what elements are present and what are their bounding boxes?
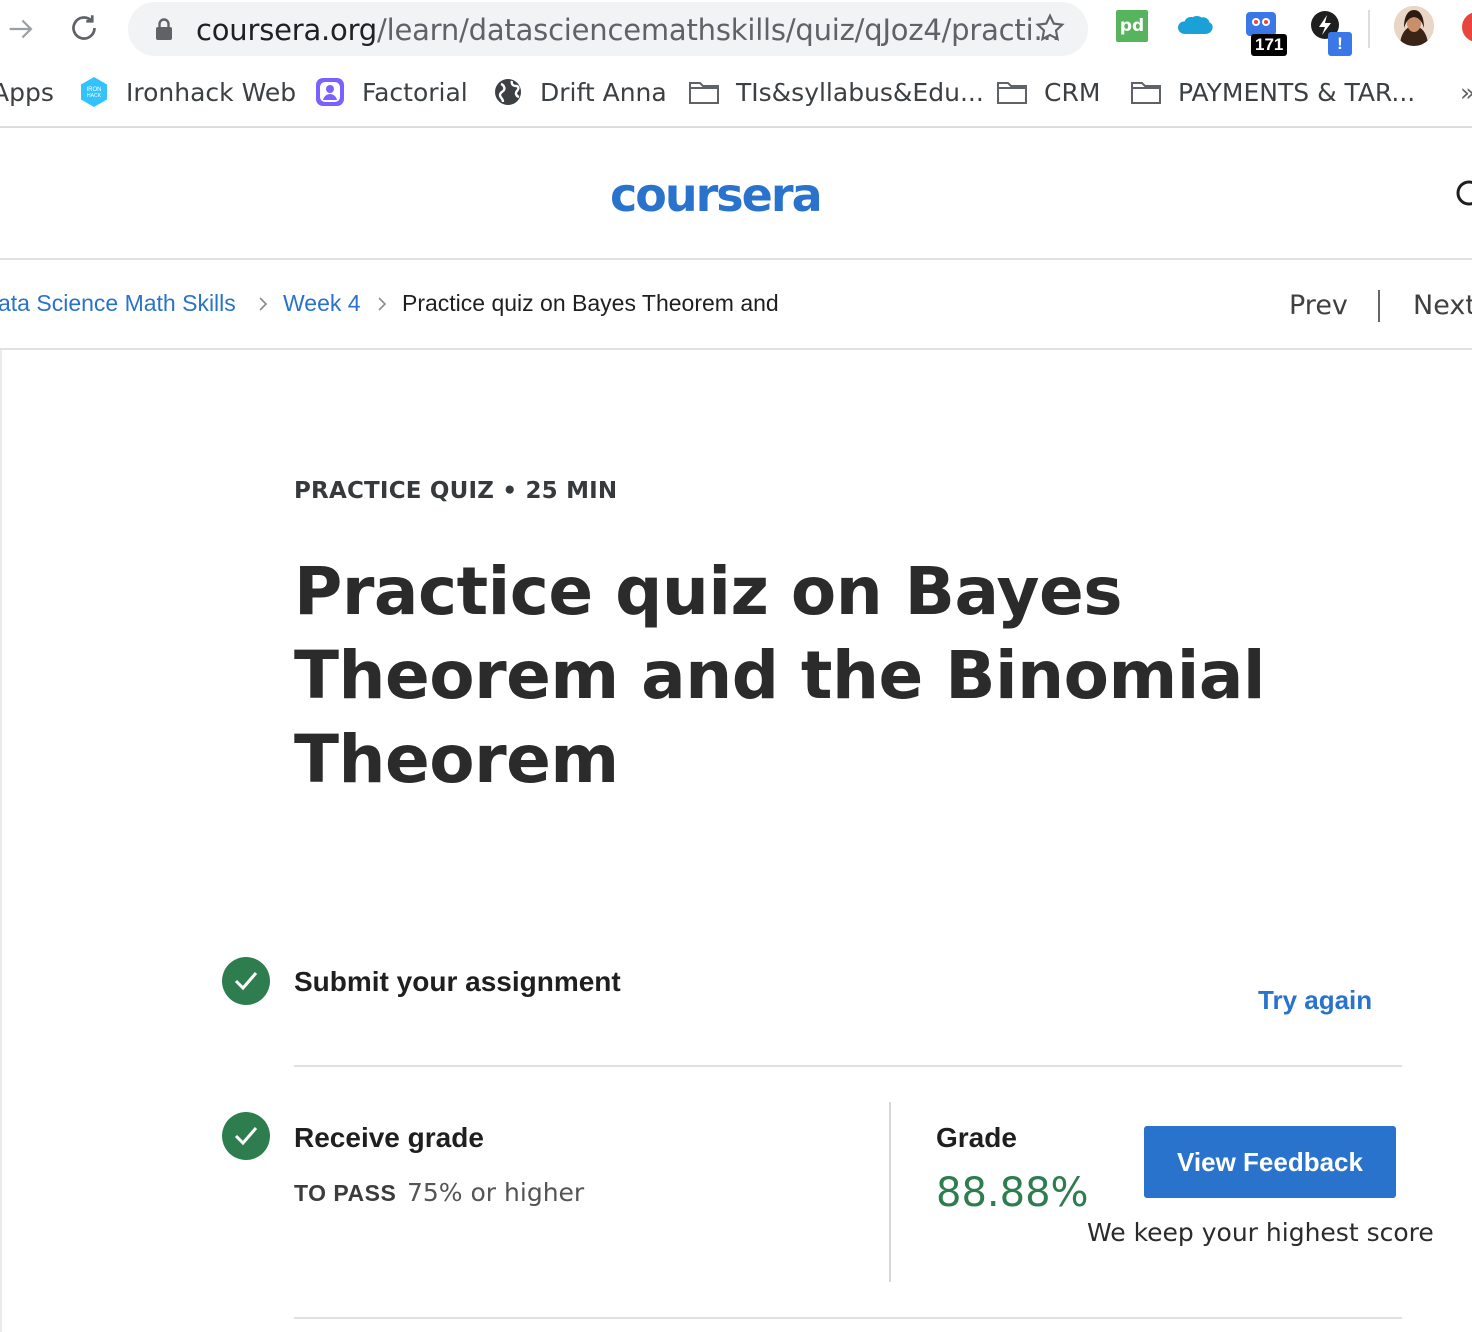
notification-count-badge: 171 [1251,34,1288,56]
bookmark-folder-payments[interactable]: PAYMENTS & TAR... [1130,74,1415,110]
search-icon[interactable] [1454,178,1472,212]
bookmarks-overflow-button[interactable]: » [1460,74,1472,110]
bookmark-folder-crm[interactable]: CRM [996,74,1100,110]
prev-link[interactable]: Prev [1289,290,1348,321]
grade-step-title: Receive grade [294,1122,484,1153]
extension-red-icon[interactable] [1462,12,1472,42]
forward-arrow-icon[interactable] [4,12,38,46]
folder-icon [1131,82,1161,104]
svg-text:HACK: HACK [87,93,102,99]
bookmark-label: TIs&syllabus&Edu... [736,77,984,107]
try-again-link[interactable]: Try again [1258,985,1372,1016]
breadcrumb-current: Practice quiz on Bayes Theorem and [402,290,779,316]
coursera-logo[interactable]: coursera [610,168,823,222]
breadcrumb-course-link[interactable]: ata Science Math Skills [0,290,236,317]
toolbar-divider [1368,10,1370,48]
url-text: coursera.org/learn/datasciencemathskills… [196,13,1061,47]
view-feedback-button[interactable]: View Feedback [1144,1126,1396,1198]
chevron-right-icon [378,297,387,311]
bookmark-label: Factorial [362,77,468,107]
next-link[interactable]: Next [1413,290,1472,321]
quiz-meta: PRACTICE QUIZ • 25 MIN [294,478,618,504]
content-left-border [0,350,2,1332]
bookmark-drift-anna[interactable]: Drift Anna [492,74,667,110]
bookmark-folder-tis[interactable]: TIs&syllabus&Edu... [688,74,984,110]
more-icon: » [1460,78,1472,107]
bookmark-label: CRM [1044,77,1101,107]
bookmark-apps[interactable]: Apps [0,74,54,110]
lock-icon [156,18,172,40]
prev-next-divider [1378,290,1380,322]
completed-check-icon [222,1112,270,1160]
globe-icon [495,79,521,105]
bookmark-label: Drift Anna [540,77,667,107]
grade-label: Grade [936,1122,1017,1153]
bookmark-label: PAYMENTS & TAR... [1178,77,1416,107]
bookmark-label: Ironhack Web [126,77,297,107]
profile-avatar[interactable] [1394,6,1434,46]
bookmark-ironhack-web[interactable]: IRON HACK Ironhack Web [78,74,296,110]
to-pass-value: 75% or higher [407,1178,585,1207]
site-header: coursera [0,130,1472,260]
reload-icon[interactable] [66,10,102,46]
browser-toolbar: coursera.org/learn/datasciencemathskills… [0,0,1472,60]
breadcrumb: ata Science Math Skills Week 4 Practice … [0,260,1472,350]
pandadoc-extension-icon[interactable]: pd [1116,10,1148,42]
folder-icon [997,82,1027,104]
ironhack-icon: IRONHACK [81,77,107,107]
bookmark-label: Apps [0,77,54,107]
breadcrumb-week-link[interactable]: Week 4 [283,290,361,317]
address-bar[interactable]: coursera.org/learn/datasciencemathskills… [128,2,1088,56]
grade-divider [889,1102,891,1282]
completed-check-icon [222,957,270,1005]
bookmark-star-icon[interactable] [1034,12,1066,44]
alert-badge: ! [1328,32,1352,56]
page-title: Practice quiz on Bayes Theorem and the B… [294,553,1266,798]
to-pass-label: TO PASS [294,1180,397,1206]
bookmarks-bar: Apps IRON HACK Ironhack Web Factorial Dri… [0,64,1472,128]
folder-icon [689,82,719,104]
submit-step-title: Submit your assignment [294,966,621,997]
highest-score-note: We keep your highest score [1087,1218,1434,1247]
factorial-icon [316,78,344,106]
bookmark-factorial[interactable]: Factorial [314,74,468,110]
section-divider [294,1065,1402,1067]
section-divider [294,1317,1402,1319]
grade-value: 88.88% [936,1170,1089,1216]
chevron-right-icon [259,297,268,311]
salesforce-extension-icon[interactable] [1176,14,1214,38]
